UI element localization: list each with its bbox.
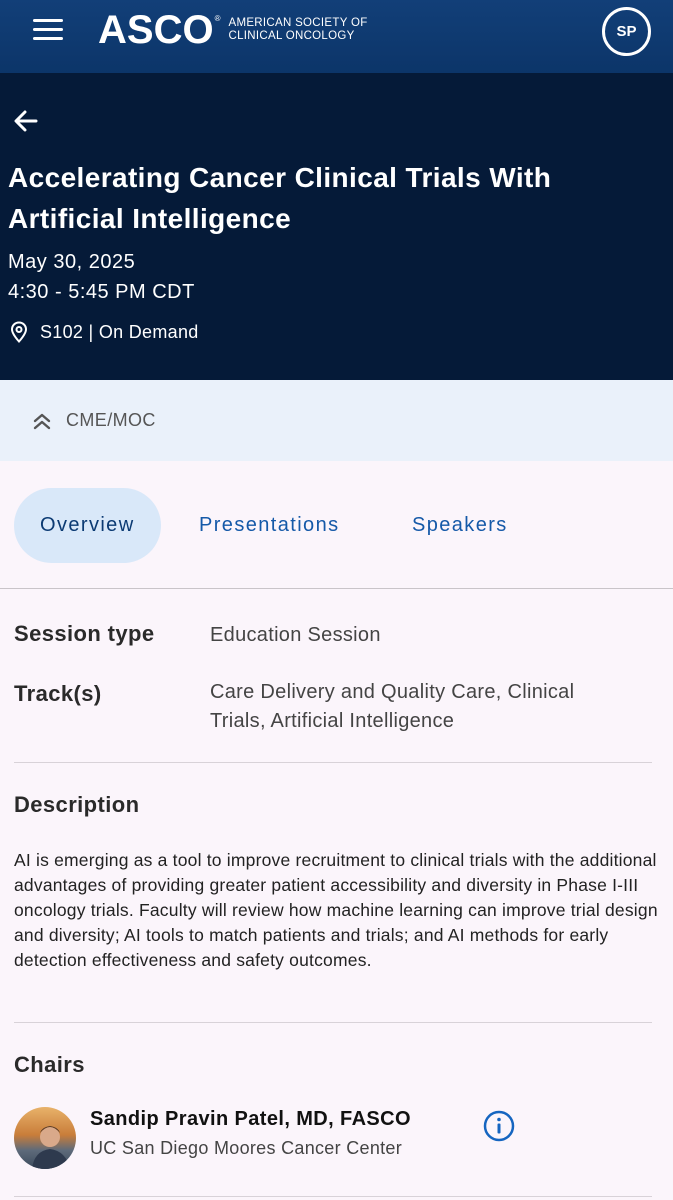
cme-moc-label: CME/MOC [66, 410, 156, 430]
hamburger-menu-icon[interactable] [33, 19, 63, 41]
chair-photo-image [32, 1126, 70, 1169]
tab-overview[interactable]: Overview [14, 488, 161, 563]
arrow-left-icon[interactable] [12, 107, 40, 135]
logo-line-1: AMERICAN SOCIETY OF [228, 17, 368, 29]
chair-organization: UC San Diego Moores Cancer Center [90, 1138, 403, 1158]
session-tabs: Overview Presentations Speakers [0, 461, 673, 589]
chairs-heading: Chairs [14, 1052, 85, 1077]
session-title: Accelerating Cancer Clinical Trials With… [8, 162, 552, 234]
session-location: S102 | On Demand [10, 321, 199, 343]
session-hero: Accelerating Cancer Clinical Trials With… [0, 73, 673, 380]
location-text: S102 | On Demand [40, 321, 199, 342]
tracks-label: Track(s) [14, 681, 102, 706]
description-heading: Description [14, 792, 140, 817]
session-date: May 30, 2025 [8, 251, 136, 273]
divider [14, 1022, 652, 1023]
info-circle-icon[interactable] [483, 1110, 515, 1142]
chair-avatar[interactable] [14, 1107, 76, 1169]
session-type-value: Education Session [210, 624, 381, 646]
divider [14, 1196, 652, 1197]
tracks-value-line-2: Trials, Artificial Intelligence [210, 710, 455, 732]
tracks-value-line-1: Care Delivery and Quality Care, Clinical [210, 681, 575, 703]
description-text: AI is emerging as a tool to improve recr… [14, 850, 658, 970]
tab-speakers[interactable]: Speakers [412, 488, 508, 563]
logo-line-2: CLINICAL ONCOLOGY [228, 30, 355, 42]
logo-text: AMERICAN SOCIETY OF CLINICAL ONCOLOGY [228, 17, 367, 43]
session-time: 4:30 - 5:45 PM CDT [8, 281, 195, 303]
top-app-bar: ASCO ® AMERICAN SOCIETY OF CLINICAL ONCO… [0, 0, 673, 73]
chair-name[interactable]: Sandip Pravin Patel, MD, FASCO [90, 1108, 411, 1131]
logo-registered-mark: ® [214, 13, 221, 23]
user-avatar-button[interactable]: SP [602, 7, 651, 56]
session-type-label: Session type [14, 621, 155, 646]
double-chevron-up-icon [33, 413, 51, 429]
map-pin-icon [10, 321, 28, 343]
divider [14, 762, 652, 763]
cme-moc-bar[interactable]: CME/MOC [0, 380, 673, 461]
tab-presentations[interactable]: Presentations [199, 488, 340, 563]
asco-logo[interactable]: ASCO ® AMERICAN SOCIETY OF CLINICAL ONCO… [98, 8, 368, 52]
logo-mark: ASCO [98, 8, 214, 52]
